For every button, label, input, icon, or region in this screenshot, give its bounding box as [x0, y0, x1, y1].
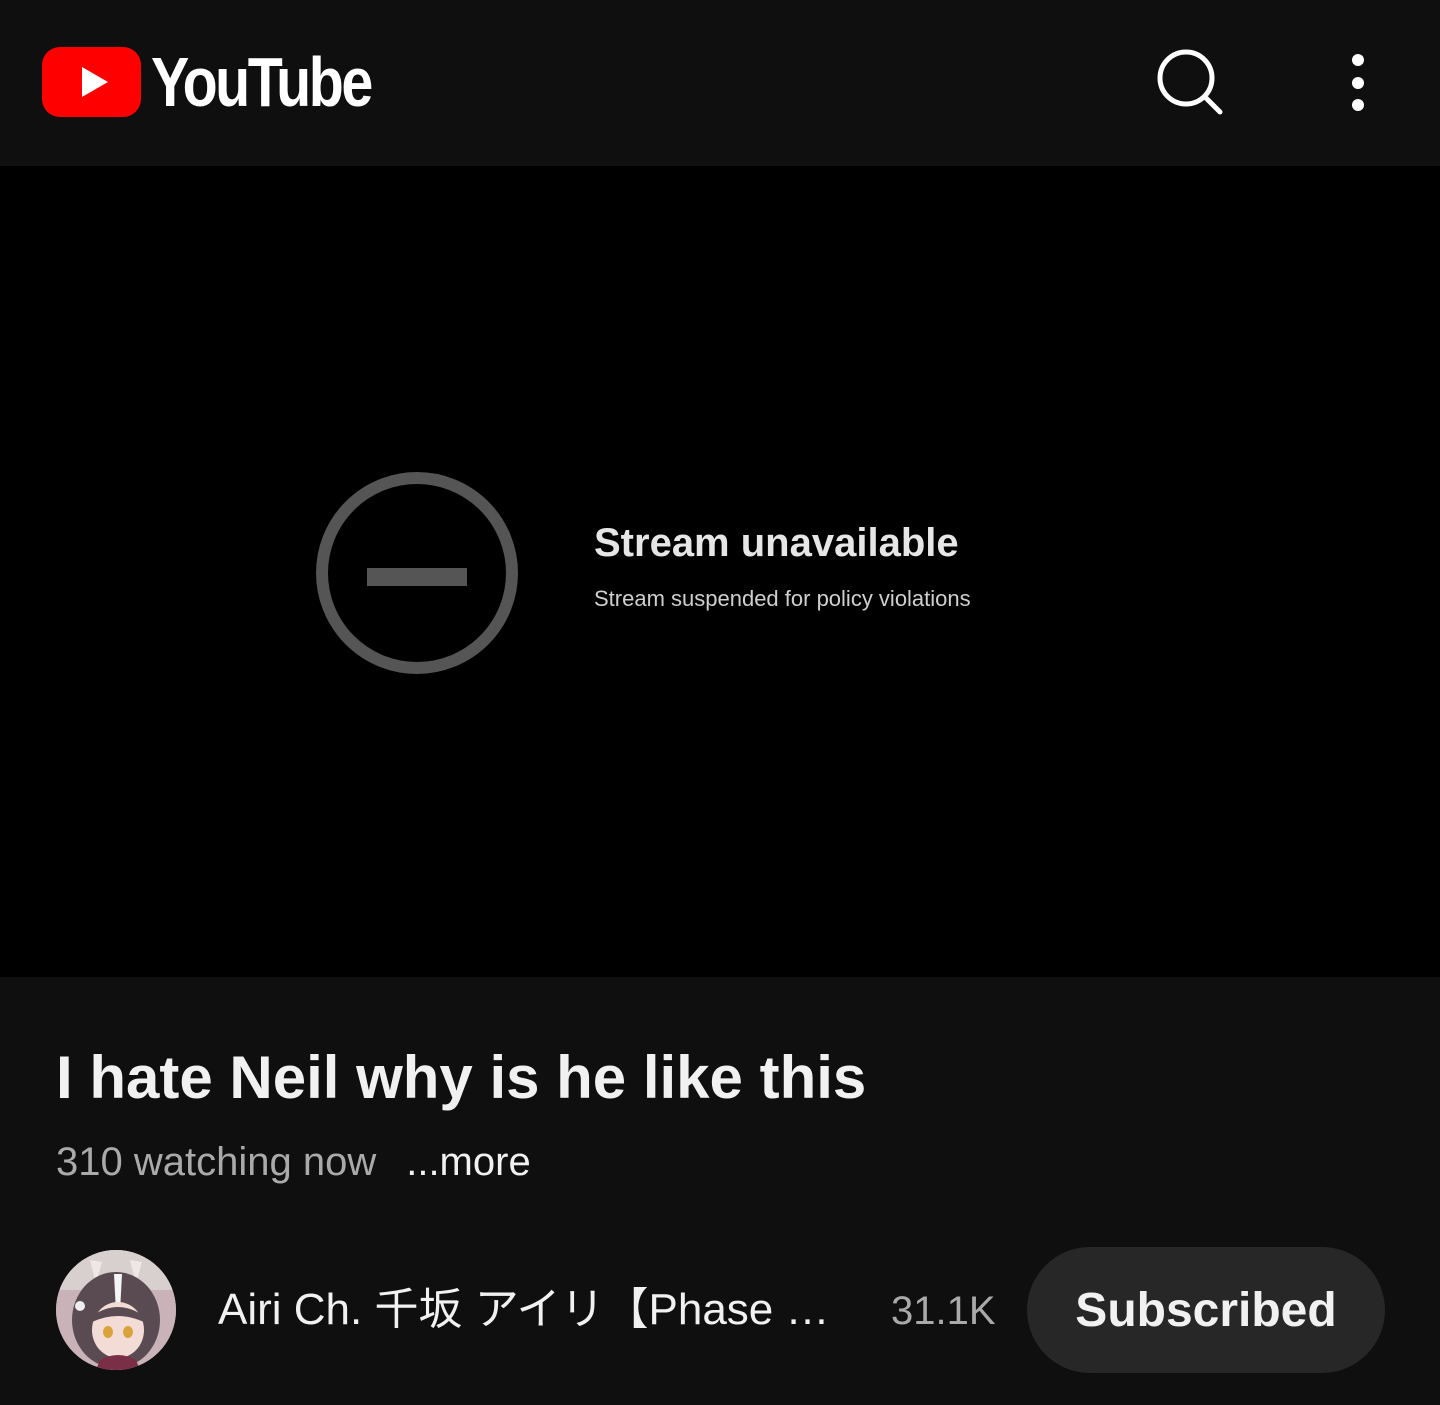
- top-app-bar: YouTube: [0, 0, 1440, 166]
- stream-unavailable-title: Stream unavailable: [594, 521, 959, 565]
- search-button[interactable]: [1148, 42, 1232, 126]
- subscribed-button[interactable]: Subscribed: [1027, 1247, 1385, 1373]
- search-icon: [1157, 49, 1223, 115]
- channel-avatar-image: [56, 1250, 176, 1370]
- more-vert-icon: [1352, 54, 1364, 111]
- stream-unavailable-message: Stream suspended for policy violations: [594, 586, 971, 611]
- more-options-button[interactable]: [1330, 42, 1386, 126]
- logo-wordmark: YouTube: [151, 43, 373, 121]
- channel-name[interactable]: Airi Ch. 千坂 アイリ【Phase Connect】: [218, 1282, 858, 1338]
- video-meta-row: 310 watching now ...more: [56, 1136, 531, 1188]
- youtube-logo[interactable]: YouTube: [42, 46, 419, 118]
- channel-avatar[interactable]: [56, 1250, 176, 1370]
- blocked-circle-icon: [316, 472, 518, 674]
- subscriber-count: 31.1K: [891, 1289, 996, 1333]
- watching-count: 310 watching now: [56, 1139, 377, 1184]
- more-description-link[interactable]: ...more: [406, 1140, 530, 1185]
- youtube-play-icon: [42, 47, 141, 117]
- video-title: I hate Neil why is he like this: [56, 1044, 867, 1111]
- video-player[interactable]: Stream unavailable Stream suspended for …: [0, 166, 1440, 977]
